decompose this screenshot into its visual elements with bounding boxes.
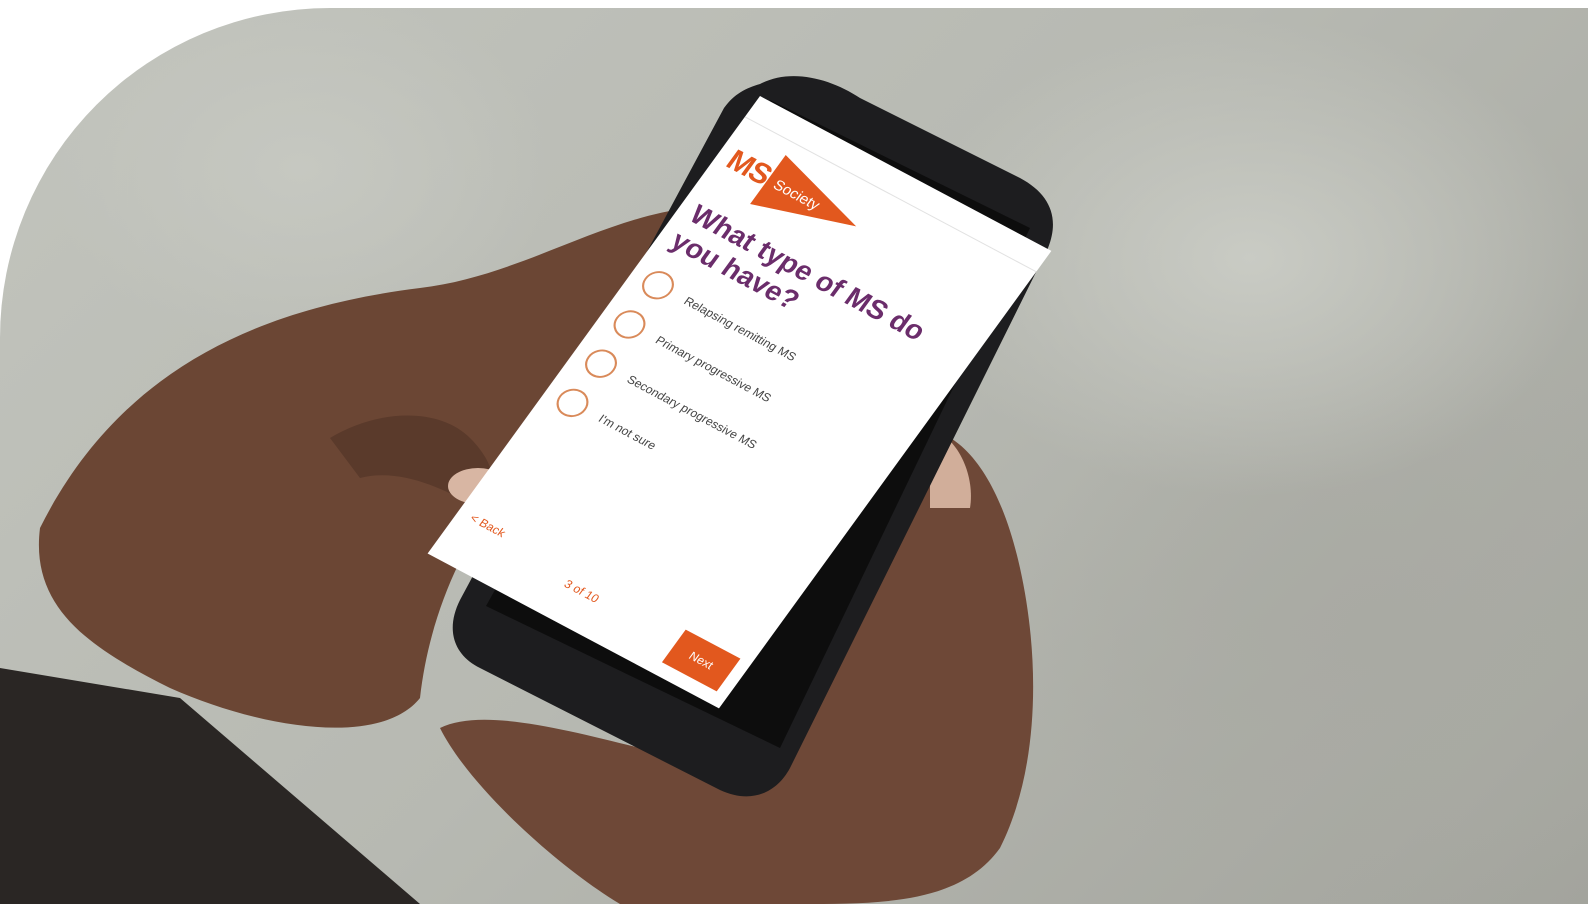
radio-button[interactable]: [635, 265, 681, 305]
radio-button[interactable]: [578, 344, 624, 383]
next-button[interactable]: Next: [661, 629, 741, 692]
option-label: I'm not sure: [595, 411, 660, 453]
radio-button[interactable]: [550, 383, 595, 423]
photo: MS Society What type of MS do you have? …: [0, 8, 1588, 904]
progress-indicator: 3 of 10: [561, 576, 603, 606]
radio-button[interactable]: [607, 305, 652, 344]
back-link[interactable]: < Back: [467, 511, 508, 540]
